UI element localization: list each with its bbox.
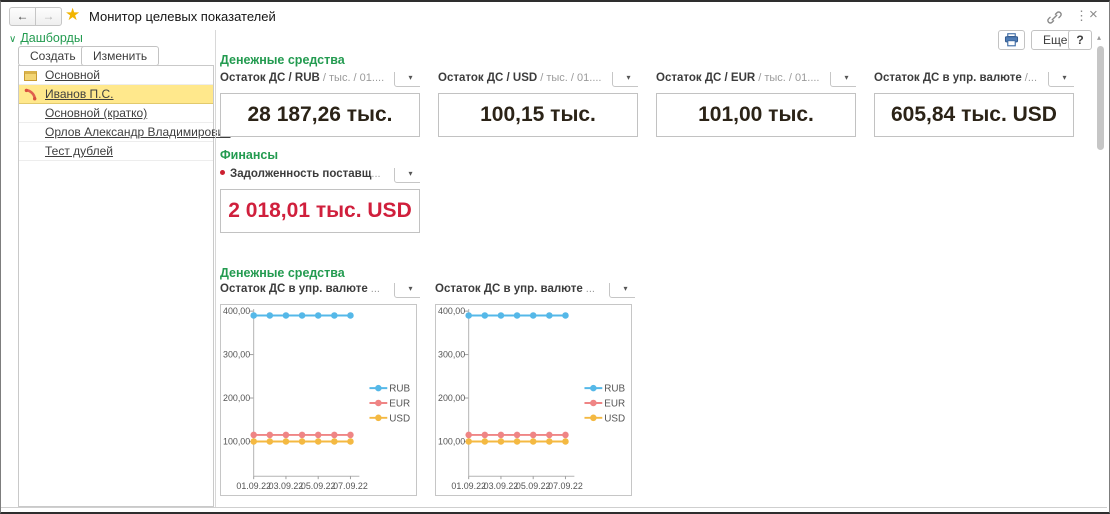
kpi-value: 605,84 тыс. USD [874, 93, 1074, 137]
svg-text:100,00: 100,00 [438, 436, 465, 446]
printer-icon [1004, 33, 1019, 47]
chart-card-1: Остаток ДС в упр. валюте ... ▾ 100,00 200… [220, 283, 420, 496]
dashboards-group-label: Дашборды [20, 31, 83, 45]
svg-text:400,00: 400,00 [223, 306, 250, 316]
svg-text:USD: USD [604, 413, 625, 424]
menu-kebab-icon[interactable]: ⋮ [1075, 8, 1088, 24]
kpi-card-rub: Остаток ДС / RUB / тыс. / 01.... ▾ 28 18… [220, 72, 420, 137]
svg-text:RUB: RUB [604, 384, 625, 395]
dashboard-list-item[interactable]: Орлов Александр Владимирович [19, 123, 213, 142]
kpi-card-usd: Остаток ДС / USD / тыс. / 01.... ▾ 100,1… [438, 72, 638, 137]
chart-options-dropdown-button[interactable]: ▾ [394, 283, 420, 298]
app-window: ← → ★ Монитор целевых показателей ⋮ × ∨ Д… [0, 0, 1110, 514]
svg-text:200,00: 200,00 [438, 393, 465, 403]
svg-text:05.09.22: 05.09.22 [516, 481, 551, 491]
favorite-star-icon[interactable]: ★ [65, 5, 80, 25]
scrollbar-up-arrow[interactable]: ▴ [1097, 33, 1101, 42]
svg-text:USD: USD [389, 413, 410, 424]
create-button[interactable]: Создать [18, 46, 88, 66]
kpi-value: 28 187,26 тыс. [220, 93, 420, 137]
section-title-money-charts: Денежные средства [220, 266, 345, 280]
kpi-value-negative: 2 018,01 тыс. USD [220, 189, 420, 233]
svg-text:400,00: 400,00 [438, 306, 465, 316]
line-chart-cash-balance: 100,00 200,00 300,00 400,00 01.09.2203.09.22… [220, 304, 417, 496]
svg-text:07.09.22: 07.09.22 [333, 481, 368, 491]
svg-text:EUR: EUR [604, 398, 625, 409]
content-bottom-border [1, 507, 1107, 508]
section-title-finance: Финансы [220, 148, 278, 162]
close-icon[interactable]: × [1089, 6, 1098, 23]
dashboard-icon [24, 69, 38, 82]
kpi-card-title: Остаток ДС в упр. валюте /... ▾ [874, 72, 1074, 87]
chart-options-dropdown-button[interactable]: ▾ [609, 283, 635, 298]
kpi-card-title: Задолженность поставщ... ▾ [220, 168, 420, 183]
negative-indicator-bullet-icon [220, 170, 225, 175]
kpi-options-dropdown-button[interactable]: ▾ [1048, 72, 1074, 87]
kpi-card-eur: Остаток ДС / EUR / тыс. / 01.... ▾ 101,0… [656, 72, 856, 137]
svg-text:200,00: 200,00 [223, 393, 250, 403]
svg-text:RUB: RUB [389, 384, 410, 395]
svg-text:03.09.22: 03.09.22 [484, 481, 519, 491]
help-button[interactable]: ? [1068, 30, 1092, 50]
chart-card-title: Остаток ДС в упр. валюте ... ▾ [220, 283, 420, 298]
svg-text:100,00: 100,00 [223, 436, 250, 446]
kpi-card-title: Остаток ДС / RUB / тыс. / 01.... ▾ [220, 72, 420, 87]
kpi-options-dropdown-button[interactable]: ▾ [612, 72, 638, 87]
kpi-card-mgmt-currency: Остаток ДС в упр. валюте /... ▾ 605,84 т… [874, 72, 1074, 137]
history-nav: ← → [9, 7, 62, 26]
scrollbar-thumb[interactable] [1097, 46, 1104, 150]
dashboard-list-item-selected[interactable]: Иванов П.С. [19, 85, 213, 104]
svg-text:300,00: 300,00 [438, 350, 465, 360]
edit-button[interactable]: Изменить [81, 46, 159, 66]
link-icon[interactable] [1047, 10, 1062, 30]
svg-text:300,00: 300,00 [223, 350, 250, 360]
collapse-chevron-icon[interactable]: ∨ [9, 34, 16, 45]
svg-text:EUR: EUR [389, 398, 410, 409]
svg-text:01.09.22: 01.09.22 [451, 481, 486, 491]
dashboards-list: Основной Иванов П.С. Основной (кратко) О… [18, 65, 214, 507]
forward-button[interactable]: → [35, 7, 62, 26]
line-chart-cash-balance: 100,00 200,00 300,00 400,00 01.09.2203.09.22… [435, 304, 632, 496]
print-button[interactable] [998, 30, 1025, 50]
dashboard-list-item[interactable]: Основной [19, 66, 213, 85]
kpi-options-dropdown-button[interactable]: ▾ [830, 72, 856, 87]
page-title: Монитор целевых показателей [89, 9, 276, 24]
svg-text:05.09.22: 05.09.22 [301, 481, 336, 491]
kpi-options-dropdown-button[interactable]: ▾ [394, 72, 420, 87]
kpi-card-title: Остаток ДС / USD / тыс. / 01.... ▾ [438, 72, 638, 87]
dashboard-list-item[interactable]: Тест дублей [19, 142, 213, 161]
svg-text:07.09.22: 07.09.22 [548, 481, 583, 491]
dashboards-group-header: ∨ Дашборды [9, 31, 83, 45]
svg-text:03.09.22: 03.09.22 [269, 481, 304, 491]
phone-icon [24, 88, 38, 101]
panel-splitter[interactable] [215, 30, 216, 507]
chart-card-2: Остаток ДС в упр. валюте ... ▾ 100,00 200… [435, 283, 635, 496]
svg-text:01.09.22: 01.09.22 [236, 481, 271, 491]
chart-card-title: Остаток ДС в упр. валюте ... ▾ [435, 283, 635, 298]
kpi-options-dropdown-button[interactable]: ▾ [394, 168, 420, 183]
kpi-card-payables: Задолженность поставщ... ▾ 2 018,01 тыс.… [220, 168, 420, 233]
section-title-money: Денежные средства [220, 53, 345, 67]
kpi-value: 101,00 тыс. [656, 93, 856, 137]
dashboard-list-item[interactable]: Основной (кратко) [19, 104, 213, 123]
kpi-card-title: Остаток ДС / EUR / тыс. / 01.... ▾ [656, 72, 856, 87]
kpi-value: 100,15 тыс. [438, 93, 638, 137]
back-button[interactable]: ← [9, 7, 36, 26]
